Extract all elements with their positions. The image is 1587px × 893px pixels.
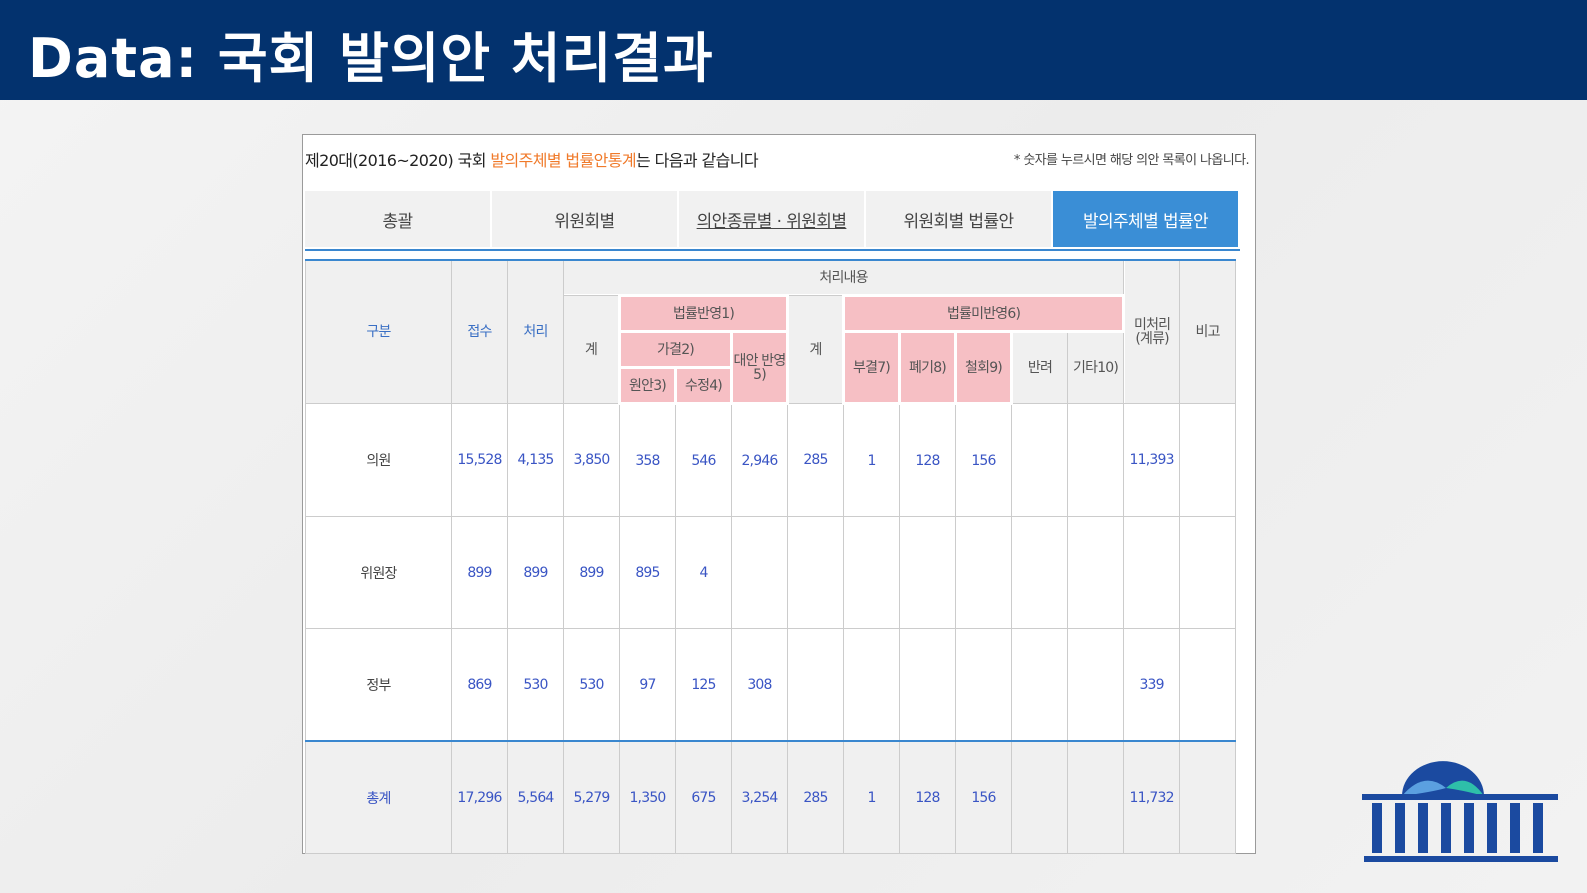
cell-gye-2[interactable]: 285: [787, 403, 844, 517]
cell-gye-2[interactable]: 285: [787, 740, 844, 854]
cell-wonan[interactable]: 358: [619, 403, 676, 517]
cell-sujeong[interactable]: 675: [675, 740, 732, 854]
cell-cheolhoe[interactable]: 156: [955, 403, 1012, 517]
cell-cheori[interactable]: 4,135: [507, 403, 564, 517]
cell-bigo: [1179, 516, 1237, 629]
tab-committee-bills[interactable]: 위원회별 법률안: [866, 191, 1051, 247]
intro-suffix: 는 다음과 같습니다: [636, 151, 759, 170]
cell-gye-1[interactable]: 530: [563, 628, 620, 742]
tab-bar: 총괄 위원회별 의안종류별 · 위원회별 위원회별 법률안 발의주체별 법률안: [305, 191, 1240, 251]
table-total-row: 총계 17,296 5,564 5,279 1,350 675 3,254 28…: [305, 740, 1237, 854]
header-cheori: 처리: [507, 259, 564, 404]
intro-text: 제20대(2016~2020) 국회 발의주체별 법률안통계는 다음과 같습니다: [305, 147, 759, 171]
header-gita: 기타10): [1066, 331, 1125, 404]
cell-cheori[interactable]: 899: [507, 516, 564, 629]
cell-daean[interactable]: 2,946: [731, 403, 788, 517]
header-cheolhoe: 철회9): [954, 330, 1013, 405]
header-bugyeol: 부결7): [842, 330, 901, 405]
cell-bigo: [1179, 403, 1237, 517]
cell-sujeong[interactable]: 125: [675, 628, 732, 742]
cell-bugyeol[interactable]: 1: [843, 740, 900, 854]
header-bigo: 비고: [1179, 259, 1237, 404]
cell-bugyeol: [843, 516, 900, 629]
row-label: 정부: [305, 628, 452, 742]
bill-statistics-table: 구분 접수 처리 처리내용 미처리 (계류) 비고 계 법률반영1) 계 법률미…: [305, 259, 1237, 854]
table-row: 의원 15,528 4,135 3,850 358 546 2,946 285 …: [305, 403, 1237, 517]
cell-bigo: [1179, 628, 1237, 742]
cell-gye-1[interactable]: 899: [563, 516, 620, 629]
row-label: 총계: [305, 740, 452, 854]
cell-jeopsu[interactable]: 899: [451, 516, 508, 629]
header-gubun: 구분: [305, 259, 452, 404]
cell-bugyeol: [843, 628, 900, 742]
header-sujeong: 수정4): [674, 366, 733, 405]
cell-jeopsu[interactable]: 869: [451, 628, 508, 742]
header-gye-1: 계: [563, 295, 620, 404]
header-pyegi: 폐기8): [898, 330, 957, 405]
cell-micheori[interactable]: 11,393: [1123, 403, 1181, 517]
cell-gita: [1066, 516, 1125, 629]
header-banryeo: 반려: [1011, 331, 1068, 404]
tab-by-committee[interactable]: 위원회별: [492, 191, 677, 247]
header-mibanyoung: 법률미반영6): [841, 294, 1126, 333]
cell-daean: [731, 516, 788, 629]
slide-title: Data: 국회 발의안 처리결과: [28, 27, 714, 90]
tab-summary[interactable]: 총괄: [305, 191, 490, 247]
header-micheori: 미처리 (계류): [1123, 259, 1181, 404]
national-assembly-logo-icon: [1362, 756, 1562, 871]
table-row: 위원장 899 899 899 895 4: [305, 516, 1237, 629]
header-gagyeol: 가결2): [618, 330, 733, 369]
cell-banryeo: [1011, 403, 1068, 517]
cell-wonan[interactable]: 97: [619, 628, 676, 742]
header-daean: 대안 반영5): [730, 330, 789, 405]
row-label: 의원: [305, 403, 452, 517]
cell-wonan[interactable]: 1,350: [619, 740, 676, 854]
cell-daean[interactable]: 308: [731, 628, 788, 742]
cell-gye-1[interactable]: 5,279: [563, 740, 620, 854]
click-note: * 숫자를 누르시면 해당 의안 목록이 나옵니다.: [1013, 153, 1250, 168]
header-jeopsu: 접수: [451, 259, 508, 404]
slide-header: Data: 국회 발의안 처리결과: [0, 0, 1587, 100]
header-wonan: 원안3): [618, 366, 677, 405]
cell-micheori[interactable]: 11,732: [1123, 740, 1181, 854]
row-label: 위원장: [305, 516, 452, 629]
cell-gita: [1066, 403, 1125, 517]
cell-pyegi[interactable]: 128: [899, 403, 956, 517]
cell-pyegi: [899, 628, 956, 742]
cell-cheori[interactable]: 5,564: [507, 740, 564, 854]
tab-by-bill-type-committee[interactable]: 의안종류별 · 위원회별: [679, 191, 864, 247]
cell-cheori[interactable]: 530: [507, 628, 564, 742]
cell-micheori[interactable]: 339: [1123, 628, 1181, 742]
header-gye-2: 계: [787, 295, 844, 404]
intro-prefix: 제20대(2016~2020) 국회: [305, 151, 491, 170]
cell-banryeo: [1011, 628, 1068, 742]
cell-gita: [1066, 740, 1125, 854]
cell-sujeong[interactable]: 546: [675, 403, 732, 517]
cell-cheolhoe: [955, 516, 1012, 629]
table-row: 정부 869 530 530 97 125 308 339: [305, 628, 1237, 742]
cell-pyegi: [899, 516, 956, 629]
cell-wonan[interactable]: 895: [619, 516, 676, 629]
cell-cheolhoe: [955, 628, 1012, 742]
header-banyoung: 법률반영1): [618, 294, 789, 333]
cell-banryeo: [1011, 740, 1068, 854]
tab-bills-by-proposer[interactable]: 발의주체별 법률안: [1053, 191, 1238, 247]
cell-micheori: [1123, 516, 1181, 629]
statistics-panel: 제20대(2016~2020) 국회 발의주체별 법률안통계는 다음과 같습니다…: [302, 134, 1256, 854]
cell-gye-2: [787, 628, 844, 742]
cell-gye-1[interactable]: 3,850: [563, 403, 620, 517]
cell-gita: [1066, 628, 1125, 742]
cell-pyegi[interactable]: 128: [899, 740, 956, 854]
cell-bigo: [1179, 740, 1237, 854]
cell-banryeo: [1011, 516, 1068, 629]
cell-jeopsu[interactable]: 17,296: [451, 740, 508, 854]
cell-cheolhoe[interactable]: 156: [955, 740, 1012, 854]
cell-jeopsu[interactable]: 15,528: [451, 403, 508, 517]
cell-sujeong[interactable]: 4: [675, 516, 732, 629]
cell-bugyeol[interactable]: 1: [843, 403, 900, 517]
cell-daean[interactable]: 3,254: [731, 740, 788, 854]
intro-highlight: 발의주체별 법률안통계: [490, 151, 637, 170]
cell-gye-2: [787, 516, 844, 629]
header-cheori-naeyong: 처리내용: [562, 259, 1125, 296]
